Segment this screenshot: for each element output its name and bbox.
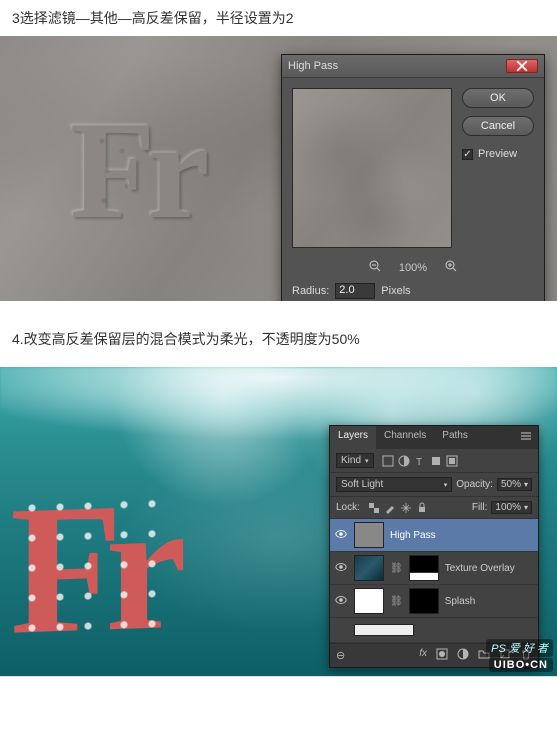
layer-thumbnail[interactable]: [354, 624, 414, 636]
lock-position-icon[interactable]: [400, 502, 412, 514]
zoom-in-icon: [445, 260, 457, 272]
ok-button[interactable]: OK: [462, 88, 534, 108]
embossed-text: Fr: [70, 101, 202, 241]
blend-mode-select[interactable]: Soft Light ▾: [336, 477, 452, 492]
checkbox-icon: ✓: [462, 149, 473, 160]
layer-row-splash[interactable]: ⛓ Splash: [330, 585, 538, 618]
layer-mask-thumbnail[interactable]: [409, 588, 439, 614]
radius-unit: Pixels: [381, 285, 410, 297]
filter-adjust-icon[interactable]: [398, 455, 410, 467]
panel-menu-button[interactable]: [514, 426, 538, 449]
layer-thumbnail[interactable]: [354, 522, 384, 548]
tab-channels[interactable]: Channels: [376, 426, 434, 449]
opacity-input[interactable]: 50%: [497, 478, 532, 491]
close-button[interactable]: [506, 59, 538, 73]
watermark: PS 爱 好 者 UIBO•CN: [486, 639, 553, 672]
eye-icon: [335, 528, 347, 540]
svg-text:T: T: [416, 457, 422, 467]
link-layers-button[interactable]: ⊖: [336, 649, 345, 662]
layers-screenshot: Fr Layers Channels Paths Kind ▾ T Soft L…: [0, 367, 557, 677]
filter-shape-icon[interactable]: [430, 455, 442, 467]
fx-button[interactable]: fx: [419, 648, 427, 663]
zoom-out-icon: [369, 260, 381, 272]
watermark-line1: PS 爱 好 者: [486, 639, 553, 657]
opacity-label: Opacity:: [456, 479, 493, 490]
layer-row-texture[interactable]: ⛓ Texture Overlay: [330, 552, 538, 585]
layer-name[interactable]: Texture Overlay: [445, 563, 515, 574]
layer-list: High Pass ⛓ Texture Overlay ⛓ Splash: [330, 519, 538, 643]
visibility-toggle[interactable]: [334, 528, 348, 543]
step4-text: 4.改变高反差保留层的混合模式为柔光，不透明度为50%: [0, 301, 557, 367]
highpass-dialog: High Pass OK Cancel ✓ Preview 100%: [281, 54, 545, 301]
eye-icon: [335, 594, 347, 606]
fill-input[interactable]: 100%: [491, 501, 532, 514]
layer-thumbnail[interactable]: [354, 588, 384, 614]
mask-link-icon[interactable]: ⛓: [390, 563, 403, 574]
cancel-button[interactable]: Cancel: [462, 116, 534, 136]
lock-all-icon[interactable]: [416, 502, 428, 514]
preview-checkbox[interactable]: ✓ Preview: [462, 148, 534, 160]
panel-tabs: Layers Channels Paths: [330, 426, 538, 449]
layer-row-highpass[interactable]: High Pass: [330, 519, 538, 552]
step3-text: 3选择滤镜—其他—高反差保留，半径设置为2: [0, 0, 557, 36]
layer-name[interactable]: High Pass: [390, 530, 436, 541]
close-icon: [516, 60, 528, 72]
visibility-toggle[interactable]: [334, 594, 348, 609]
radius-input[interactable]: 2.0: [335, 283, 375, 299]
preview-label: Preview: [478, 148, 517, 160]
mask-button[interactable]: [436, 648, 448, 663]
lock-transparent-icon[interactable]: [368, 502, 380, 514]
filter-type-icon[interactable]: T: [414, 455, 426, 467]
layer-name[interactable]: Splash: [445, 596, 476, 607]
radius-label: Radius:: [292, 285, 329, 297]
watermark-line2: UIBO•CN: [489, 658, 553, 672]
fill-label: Fill:: [472, 502, 488, 513]
filter-smart-icon[interactable]: [446, 455, 458, 467]
tab-paths[interactable]: Paths: [434, 426, 476, 449]
visibility-toggle[interactable]: [334, 561, 348, 576]
layer-mask-thumbnail[interactable]: [409, 555, 439, 581]
eye-icon: [335, 561, 347, 573]
zoom-out-button[interactable]: [369, 260, 381, 275]
highpass-screenshot: Fr High Pass OK Cancel ✓ Preview 100%: [0, 36, 557, 301]
adjustment-button[interactable]: [457, 648, 469, 663]
dialog-titlebar[interactable]: High Pass: [282, 55, 544, 78]
zoom-value: 100%: [399, 262, 427, 274]
tab-layers[interactable]: Layers: [330, 426, 376, 449]
lock-pixels-icon[interactable]: [384, 502, 396, 514]
filter-icons: T: [382, 455, 458, 467]
fresh-text: Fr: [10, 473, 169, 664]
filter-kind-select[interactable]: Kind ▾: [336, 453, 374, 468]
dialog-preview[interactable]: [292, 88, 452, 248]
dialog-title: High Pass: [288, 60, 338, 72]
filter-pixel-icon[interactable]: [382, 455, 394, 467]
lock-label: Lock:: [336, 502, 360, 513]
menu-icon: [520, 430, 532, 442]
layers-panel: Layers Channels Paths Kind ▾ T Soft Ligh…: [329, 425, 539, 668]
mask-link-icon[interactable]: ⛓: [390, 596, 403, 607]
zoom-in-button[interactable]: [445, 260, 457, 275]
layer-thumbnail[interactable]: [354, 555, 384, 581]
